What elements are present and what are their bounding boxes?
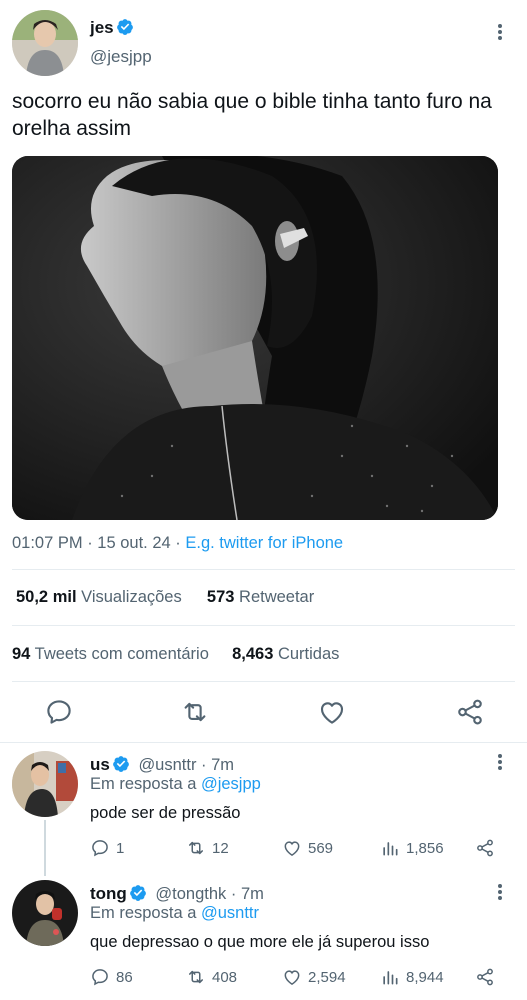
reply-like-action[interactable]: 2,594 (282, 967, 346, 987)
divider (12, 681, 515, 682)
reply-views-count: 1,856 (406, 839, 444, 857)
reply-context-mention[interactable]: @usnttr (201, 904, 259, 922)
author-name[interactable]: jes (90, 18, 114, 37)
divider (12, 625, 515, 626)
reply-context-prefix: Em resposta a (90, 904, 201, 922)
share-icon[interactable] (455, 697, 485, 727)
reply-header: us @usnttr · 7m (90, 755, 234, 775)
retweets-label[interactable]: Retweetar (234, 588, 314, 606)
heart-icon (284, 841, 300, 856)
tweet-timestamp-row: 01:07 PM · 15 out. 24 · E.g. twitter for… (12, 534, 343, 553)
divider (0, 742, 527, 743)
share-icon[interactable] (475, 838, 495, 858)
reply-avatar-image (12, 880, 78, 946)
verified-badge-icon (116, 19, 133, 35)
retweets-count[interactable]: 573 (207, 588, 235, 606)
quotes-count[interactable]: 94 (12, 645, 30, 663)
author-avatar-image (12, 10, 78, 76)
reply-text: pode ser de pressão (90, 804, 241, 822)
reply-comment-count: 86 (116, 968, 133, 986)
views-label: Visualizações (76, 588, 182, 606)
retweet-icon (189, 841, 203, 855)
tweet-source-link[interactable]: E.g. twitter for iPhone (185, 534, 343, 552)
author-name-row: jes (90, 18, 134, 38)
more-vertical-icon[interactable] (490, 882, 510, 902)
share-icon[interactable] (475, 967, 495, 987)
reply-views-action[interactable]: 8,944 (380, 967, 444, 987)
reply-header: tong @tongthk · 7m (90, 884, 264, 904)
thread-connector-line (44, 820, 46, 876)
reply-comment-action[interactable]: 86 (90, 967, 133, 987)
quotes-likes-row: 94 Tweets com comentário 8,463 Curtidas (12, 645, 339, 664)
reply-views-count: 8,944 (406, 968, 444, 986)
reply-avatar[interactable] (12, 880, 78, 946)
reply-icon (92, 840, 108, 857)
reply-icon (92, 969, 108, 986)
tweet-photo-image (12, 156, 498, 520)
author-avatar[interactable] (12, 10, 78, 76)
reply-icon[interactable] (44, 697, 74, 727)
reply-retweet-count: 12 (212, 839, 229, 857)
tweet-timestamp: 01:07 PM · 15 out. 24 · (12, 534, 186, 552)
verified-badge-icon (129, 885, 146, 901)
views-bar-chart-icon (383, 971, 398, 985)
verified-badge-icon (112, 756, 129, 772)
views-bar-chart-icon (383, 842, 398, 856)
reply-author-handle[interactable]: @usnttr (138, 756, 196, 774)
reply-like-action[interactable]: 569 (282, 838, 333, 858)
reply-author-name[interactable]: us (90, 755, 110, 774)
retweet-icon[interactable] (180, 697, 210, 727)
tweet-photo[interactable] (12, 156, 498, 520)
reply-author-name[interactable]: tong (90, 884, 127, 903)
reply-retweet-action[interactable]: 12 (186, 838, 229, 858)
reply-time: · 7m (196, 756, 235, 774)
reply-retweet-action[interactable]: 408 (186, 967, 237, 987)
retweet-icon (189, 970, 203, 984)
reply-views-action[interactable]: 1,856 (380, 838, 444, 858)
reply-context: Em resposta a @usnttr (90, 904, 259, 923)
reply-comment-count: 1 (116, 839, 125, 857)
reply-like-count: 2,594 (308, 968, 346, 986)
reply-avatar[interactable] (12, 751, 78, 817)
tweet-text: socorro eu não sabia que o bible tinha t… (12, 90, 492, 140)
heart-icon[interactable] (317, 697, 347, 727)
reply-retweet-count: 408 (212, 968, 238, 986)
likes-label[interactable]: Curtidas (273, 645, 339, 663)
author-handle[interactable]: @jesjpp (90, 47, 152, 67)
more-vertical-icon[interactable] (490, 22, 510, 42)
reply-context-prefix: Em resposta a (90, 775, 201, 793)
reply-time: · 7m (226, 885, 264, 903)
reply-text: que depressao o que more ele já superou … (90, 933, 430, 951)
views-count: 50,2 mil (16, 588, 77, 606)
heart-icon (284, 970, 300, 985)
likes-count[interactable]: 8,463 (232, 645, 273, 663)
reply-author-handle[interactable]: @tongthk (155, 885, 226, 903)
reply-context: Em resposta a @jesjpp (90, 775, 261, 794)
more-vertical-icon[interactable] (490, 752, 510, 772)
reply-avatar-image (12, 751, 78, 817)
quotes-label[interactable]: Tweets com comentário (30, 645, 209, 663)
reply-context-mention[interactable]: @jesjpp (201, 775, 261, 793)
divider (12, 569, 515, 570)
reply-like-count: 569 (308, 839, 334, 857)
views-retweets-row: 50,2 mil Visualizações 573 Retweetar (16, 588, 314, 607)
reply-comment-action[interactable]: 1 (90, 838, 124, 858)
